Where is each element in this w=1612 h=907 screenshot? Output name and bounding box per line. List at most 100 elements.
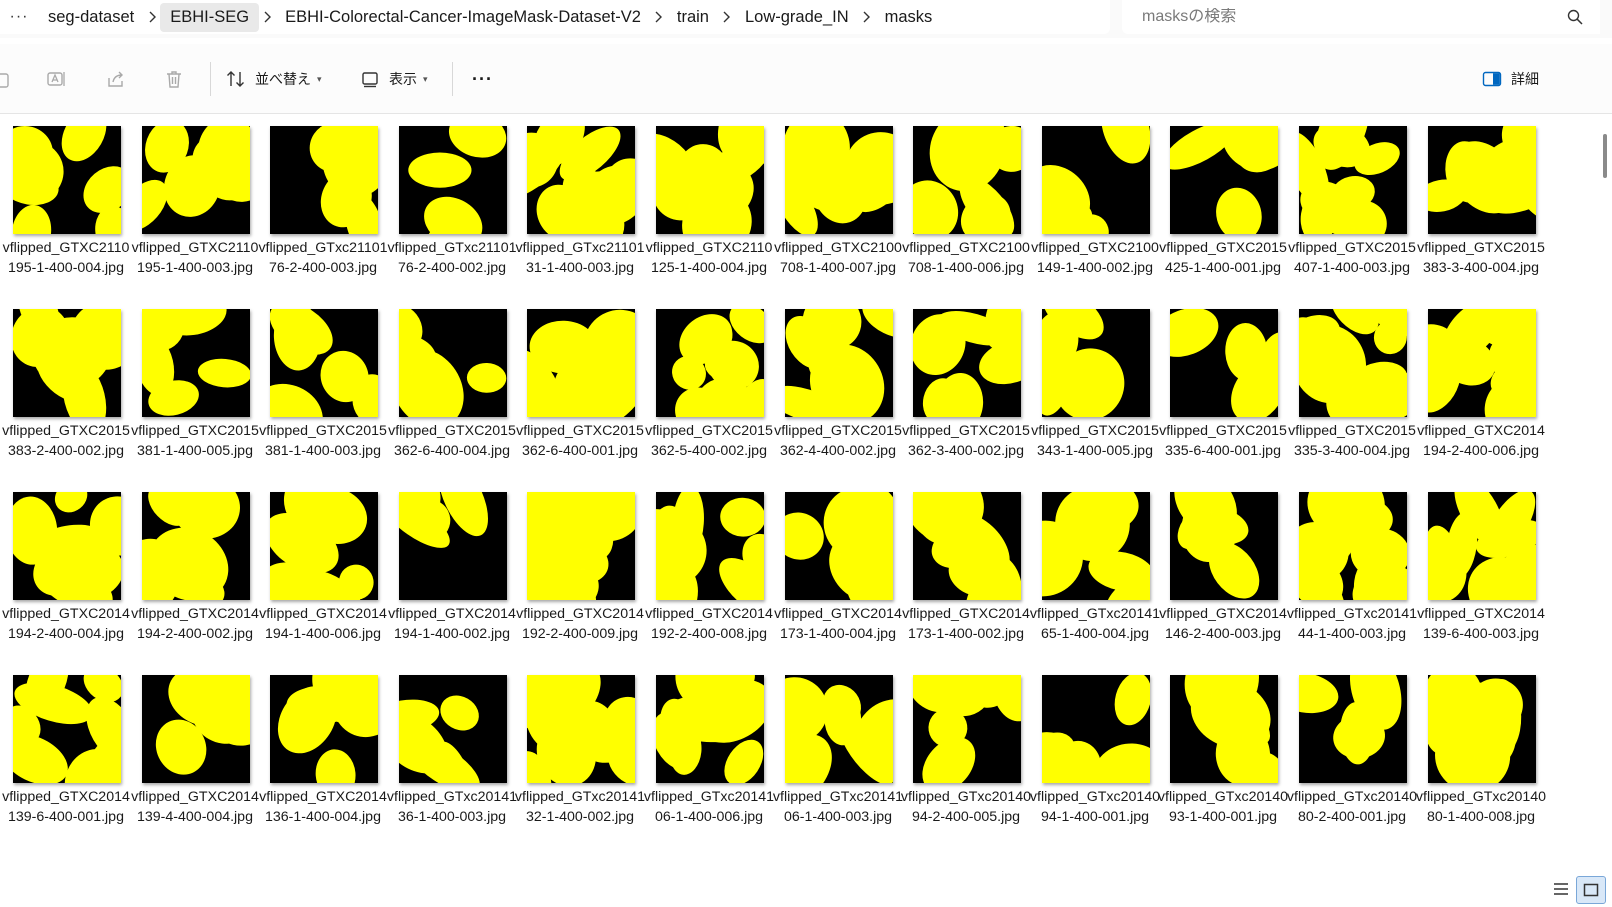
chevron-right-icon[interactable] bbox=[859, 11, 875, 23]
file-item[interactable]: vflipped_GTXC2014192-2-400-008.jpg bbox=[643, 492, 775, 672]
breadcrumb-item-masks[interactable]: masks bbox=[875, 3, 943, 32]
file-item[interactable]: vflipped_GTxc2110176-2-400-002.jpg bbox=[386, 126, 518, 306]
file-item[interactable]: vflipped_GTXC2014139-6-400-003.jpg bbox=[1415, 492, 1547, 672]
file-item[interactable]: vflipped_GTxc2014080-1-400-008.jpg bbox=[1415, 675, 1547, 855]
file-item[interactable]: vflipped_GTXC2014194-1-400-002.jpg bbox=[386, 492, 518, 672]
breadcrumb-item-dataset-v2[interactable]: EBHI-Colorectal-Cancer-ImageMask-Dataset… bbox=[275, 3, 651, 32]
file-thumbnail bbox=[785, 675, 893, 783]
file-item[interactable]: vflipped_GTXC2014194-2-400-002.jpg bbox=[129, 492, 261, 672]
file-thumbnail bbox=[1299, 309, 1407, 417]
file-item[interactable]: vflipped_GTXC2014136-1-400-004.jpg bbox=[257, 675, 389, 855]
file-item[interactable]: vflipped_GTXC2015407-1-400-003.jpg bbox=[1286, 126, 1418, 306]
file-item[interactable]: vflipped_GTXC2015362-4-400-002.jpg bbox=[772, 309, 904, 489]
details-button[interactable]: 詳細 bbox=[1482, 64, 1539, 94]
file-thumbnail bbox=[913, 675, 1021, 783]
file-name: vflipped_GTXC2015362-6-400-001.jpg bbox=[516, 423, 644, 459]
file-item[interactable]: vflipped_GTXC2015362-5-400-002.jpg bbox=[643, 309, 775, 489]
file-name: vflipped_GTXC2014146-2-400-003.jpg bbox=[1159, 606, 1287, 642]
chevron-right-icon[interactable] bbox=[259, 11, 275, 23]
file-thumbnail bbox=[270, 492, 378, 600]
file-item[interactable]: vflipped_GTxc2014165-1-400-004.jpg bbox=[1029, 492, 1161, 672]
file-item[interactable]: vflipped_GTXC2015381-1-400-005.jpg bbox=[129, 309, 261, 489]
file-thumbnail bbox=[1299, 126, 1407, 234]
file-item[interactable]: vflipped_GTXC2015343-1-400-005.jpg bbox=[1029, 309, 1161, 489]
file-item[interactable]: vflipped_GTXC2110125-1-400-004.jpg bbox=[643, 126, 775, 306]
scrollbar-thumb[interactable] bbox=[1603, 134, 1607, 178]
file-name: vflipped_GTxc2014094-1-400-001.jpg bbox=[1029, 789, 1161, 825]
breadcrumb-item-low-grade-in[interactable]: Low-grade_IN bbox=[735, 3, 859, 32]
file-name: vflipped_GTXC2015381-1-400-003.jpg bbox=[259, 423, 387, 459]
file-name: vflipped_GTXC2014194-1-400-006.jpg bbox=[259, 606, 387, 642]
rename-button[interactable] bbox=[46, 64, 66, 94]
breadcrumb-item-train[interactable]: train bbox=[667, 3, 719, 32]
file-item[interactable]: vflipped_GTxc2014094-1-400-001.jpg bbox=[1029, 675, 1161, 855]
file-item[interactable]: vflipped_GTXC2014194-2-400-006.jpg bbox=[1415, 309, 1547, 489]
search-input[interactable] bbox=[1142, 8, 1522, 26]
file-name: vflipped_GTXC2014194-2-400-006.jpg bbox=[1417, 423, 1545, 459]
file-item[interactable]: vflipped_GTXC2014139-4-400-004.jpg bbox=[129, 675, 261, 855]
search-icon[interactable] bbox=[1566, 8, 1584, 26]
file-item[interactable]: vflipped_GTXC2014146-2-400-003.jpg bbox=[1157, 492, 1289, 672]
view-button[interactable]: 表示 ▾ bbox=[360, 64, 428, 94]
vertical-scrollbar[interactable] bbox=[1598, 114, 1612, 874]
file-item[interactable]: vflipped_GTXC2100708-1-400-007.jpg bbox=[772, 126, 904, 306]
chevron-right-icon[interactable] bbox=[651, 11, 667, 23]
copy-button[interactable] bbox=[0, 64, 12, 94]
file-thumbnail bbox=[270, 309, 378, 417]
file-thumbnail bbox=[656, 492, 764, 600]
file-name: vflipped_GTXC2015383-2-400-002.jpg bbox=[2, 423, 130, 459]
file-item[interactable]: vflipped_GTXC2015381-1-400-003.jpg bbox=[257, 309, 389, 489]
file-item[interactable]: vflipped_GTXC2015383-3-400-004.jpg bbox=[1415, 126, 1547, 306]
file-item[interactable]: vflipped_GTxc2014136-1-400-003.jpg bbox=[386, 675, 518, 855]
file-item[interactable]: vflipped_GTXC2015383-2-400-002.jpg bbox=[0, 309, 132, 489]
file-name: vflipped_GTxc2014132-1-400-002.jpg bbox=[514, 789, 646, 825]
file-item[interactable]: vflipped_GTXC2015362-6-400-001.jpg bbox=[514, 309, 646, 489]
file-item[interactable]: vflipped_GTXC2015335-3-400-004.jpg bbox=[1286, 309, 1418, 489]
address-bar: ··· seg-dataset EBHI-SEG EBHI-Colorectal… bbox=[0, 0, 1612, 38]
file-item[interactable]: vflipped_GTXC2015425-1-400-001.jpg bbox=[1157, 126, 1289, 306]
delete-button[interactable] bbox=[164, 64, 184, 94]
file-item[interactable]: vflipped_GTXC2014173-1-400-004.jpg bbox=[772, 492, 904, 672]
file-item[interactable]: vflipped_GTxc2014093-1-400-001.jpg bbox=[1157, 675, 1289, 855]
share-button[interactable] bbox=[106, 64, 126, 94]
file-name: vflipped_GTXC2015381-1-400-005.jpg bbox=[131, 423, 259, 459]
sort-button[interactable]: 並べ替え ▾ bbox=[226, 64, 322, 94]
breadcrumb-more-button[interactable]: ··· bbox=[0, 8, 38, 26]
file-item[interactable]: vflipped_GTXC2014194-2-400-004.jpg bbox=[0, 492, 132, 672]
file-list-view[interactable]: vflipped_GTXC2110195-1-400-004.jpg vflipp… bbox=[0, 114, 1596, 907]
file-name: vflipped_GTXC2110195-1-400-004.jpg bbox=[2, 240, 130, 276]
file-item[interactable]: vflipped_GTXC2100708-1-400-006.jpg bbox=[900, 126, 1032, 306]
file-item[interactable]: vflipped_GTXC2015362-3-400-002.jpg bbox=[900, 309, 1032, 489]
file-thumbnail bbox=[270, 126, 378, 234]
breadcrumb-item-ebhi-seg[interactable]: EBHI-SEG bbox=[160, 2, 260, 32]
file-item[interactable]: vflipped_GTXC2110195-1-400-004.jpg bbox=[0, 126, 132, 306]
list-view-icon bbox=[1554, 883, 1568, 895]
file-name: vflipped_GTXC2015362-4-400-002.jpg bbox=[774, 423, 902, 459]
breadcrumb-item-seg-dataset[interactable]: seg-dataset bbox=[38, 3, 144, 32]
file-item[interactable]: vflipped_GTxc2014106-1-400-006.jpg bbox=[643, 675, 775, 855]
details-view-toggle[interactable] bbox=[1550, 878, 1572, 900]
file-item[interactable]: vflipped_GTXC2015335-6-400-001.jpg bbox=[1157, 309, 1289, 489]
file-item[interactable]: vflipped_GTXC2015362-6-400-004.jpg bbox=[386, 309, 518, 489]
file-name: vflipped_GTXC2015362-5-400-002.jpg bbox=[645, 423, 773, 459]
file-item[interactable]: vflipped_GTxc2014106-1-400-003.jpg bbox=[772, 675, 904, 855]
file-item[interactable]: vflipped_GTXC2014192-2-400-009.jpg bbox=[514, 492, 646, 672]
file-item[interactable]: vflipped_GTxc2110131-1-400-003.jpg bbox=[514, 126, 646, 306]
details-label: 詳細 bbox=[1511, 71, 1539, 87]
chevron-right-icon[interactable] bbox=[719, 11, 735, 23]
file-item[interactable]: vflipped_GTxc2014094-2-400-005.jpg bbox=[900, 675, 1032, 855]
file-item[interactable]: vflipped_GTXC2110195-1-400-003.jpg bbox=[129, 126, 261, 306]
file-item[interactable]: vflipped_GTxc2014144-1-400-003.jpg bbox=[1286, 492, 1418, 672]
file-item[interactable]: vflipped_GTxc2110176-2-400-003.jpg bbox=[257, 126, 389, 306]
file-item[interactable]: vflipped_GTXC2014173-1-400-002.jpg bbox=[900, 492, 1032, 672]
file-thumbnail bbox=[13, 675, 121, 783]
file-thumbnail bbox=[13, 126, 121, 234]
more-options-button[interactable]: ··· bbox=[472, 64, 493, 94]
file-item[interactable]: vflipped_GTXC2014194-1-400-006.jpg bbox=[257, 492, 389, 672]
file-item[interactable]: vflipped_GTxc2014080-2-400-001.jpg bbox=[1286, 675, 1418, 855]
file-item[interactable]: vflipped_GTxc2014132-1-400-002.jpg bbox=[514, 675, 646, 855]
large-icons-view-toggle[interactable] bbox=[1576, 876, 1606, 904]
file-item[interactable]: vflipped_GTXC2014139-6-400-001.jpg bbox=[0, 675, 132, 855]
file-item[interactable]: vflipped_GTXC2100149-1-400-002.jpg bbox=[1029, 126, 1161, 306]
chevron-right-icon[interactable] bbox=[144, 11, 160, 23]
